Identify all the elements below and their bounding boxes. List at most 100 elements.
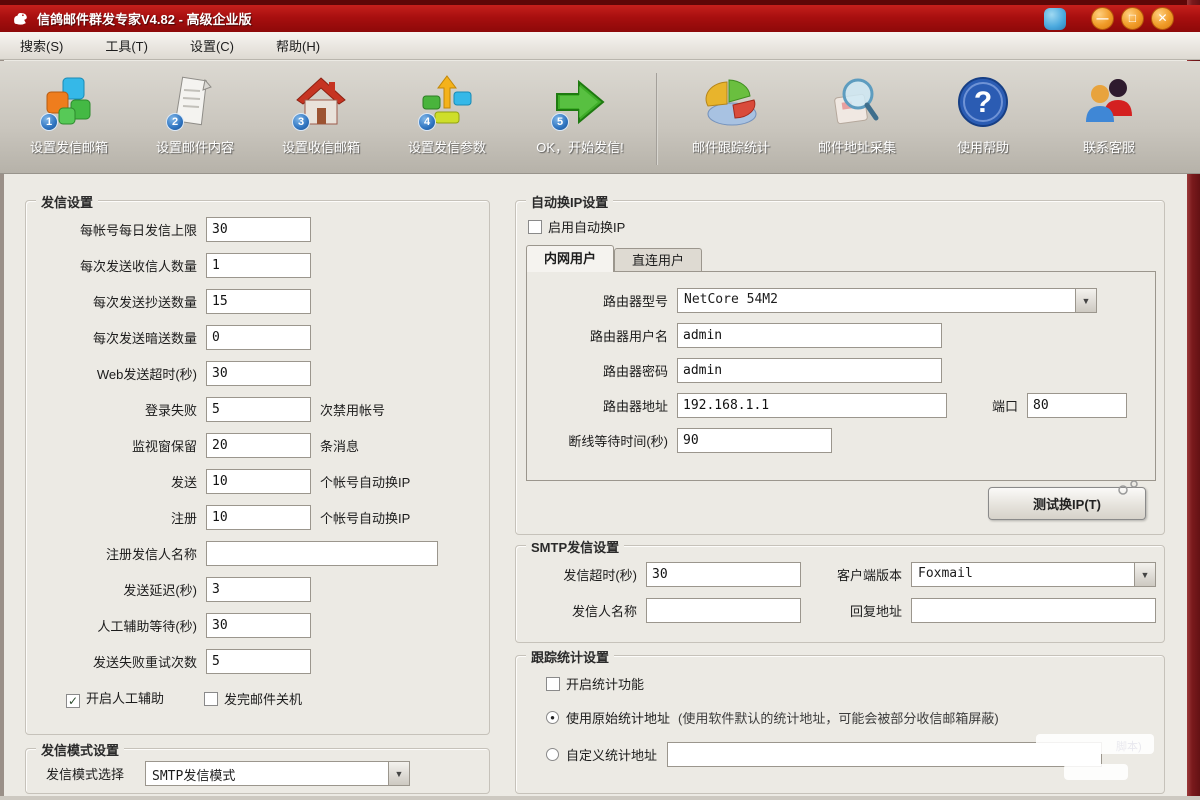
reply-address-input[interactable] <box>911 598 1156 623</box>
maximize-button[interactable]: □ <box>1121 7 1144 30</box>
login-fail-input[interactable] <box>206 397 311 422</box>
send-settings-group: 发信设置 每帐号每日发信上限 每次发送收信人数量 每次发送抄送数量 每次发送暗送… <box>25 200 490 735</box>
step-badge: 4 <box>418 113 436 131</box>
recipients-per-send-input[interactable] <box>206 253 311 278</box>
bcc-per-send-input[interactable] <box>206 325 311 350</box>
form-row: 每次发送抄送数量 <box>36 289 489 314</box>
radio-note: (使用软件默认的统计地址，可能会被部分收信邮箱屏蔽) <box>678 708 999 727</box>
toolbar-contact-support[interactable]: 联系客服 <box>1046 71 1172 169</box>
field-label: Web发送超时(秒) <box>36 364 206 383</box>
web-timeout-input[interactable] <box>206 361 311 386</box>
daily-send-limit-input[interactable] <box>206 217 311 242</box>
field-label: 发送失败重试次数 <box>36 652 206 671</box>
toolbar-label: 设置收信邮箱 <box>282 137 360 156</box>
register-sender-name-input[interactable] <box>206 541 438 566</box>
router-port-input[interactable] <box>1027 393 1127 418</box>
chevron-down-icon[interactable]: ▼ <box>1134 563 1155 586</box>
selected-value: Foxmail <box>912 563 1134 586</box>
field-label: 每帐号每日发信上限 <box>36 220 206 239</box>
toolbar-mail-address-collect[interactable]: 邮件地址采集 <box>794 71 920 169</box>
checkbox-box[interactable] <box>546 677 560 691</box>
menu-settings[interactable]: 设置(C) <box>184 33 240 58</box>
auto-ip-group: 自动换IP设置 启用自动换IP 内网用户 直连用户 路由器型号 NetCore … <box>515 200 1165 535</box>
search-collect-icon <box>828 74 886 130</box>
toolbar-mail-track-stats[interactable]: 邮件跟踪统计 <box>668 71 794 169</box>
register-count-autoip-input[interactable] <box>206 505 311 530</box>
watermark-patch <box>1064 764 1128 780</box>
form-row: Web发送超时(秒) <box>36 361 489 386</box>
form-row: 注册发信人名称 <box>36 541 489 566</box>
field-label: 路由器型号 <box>527 291 677 310</box>
field-label: 每次发送收信人数量 <box>36 256 206 275</box>
menu-search[interactable]: 搜索(S) <box>14 33 69 58</box>
field-label: 客户端版本 <box>811 565 911 584</box>
form-row: 每帐号每日发信上限 <box>36 217 489 242</box>
field-label: 路由器密码 <box>527 361 677 380</box>
toolbar-setup-send-params[interactable]: 4 设置发信参数 <box>384 71 510 169</box>
field-label: 路由器用户名 <box>527 326 677 345</box>
tab-direct-user[interactable]: 直连用户 <box>614 248 702 272</box>
menu-tools[interactable]: 工具(T) <box>99 33 154 58</box>
manual-assist-wait-input[interactable] <box>206 613 311 638</box>
checkbox-label: 开启统计功能 <box>566 674 644 693</box>
cc-per-send-input[interactable] <box>206 289 311 314</box>
toolbar-label: 设置发信参数 <box>408 137 486 156</box>
field-label: 注册 <box>36 508 206 527</box>
selected-value: NetCore 54M2 <box>678 289 1075 312</box>
chevron-down-icon[interactable]: ▼ <box>388 762 409 785</box>
field-label: 发送延迟(秒) <box>36 580 206 599</box>
form-row: 路由器型号 NetCore 54M2 ▼ <box>527 288 1155 313</box>
checkbox-box[interactable]: ✓ <box>66 694 80 708</box>
close-button[interactable]: ✕ <box>1151 7 1174 30</box>
group-title: SMTP发信设置 <box>526 537 624 556</box>
shutdown-after-send-checkbox[interactable]: 发完邮件关机 <box>204 689 302 708</box>
toolbar-label: 使用帮助 <box>957 137 1009 156</box>
auto-ip-tabs: 内网用户 直连用户 <box>526 245 702 272</box>
menu-help[interactable]: 帮助(H) <box>270 33 326 58</box>
group-title: 发信设置 <box>36 192 98 211</box>
field-suffix: 个帐号自动换IP <box>311 472 410 491</box>
toolbar-setup-sender-mailbox[interactable]: 1 设置发信邮箱 <box>6 71 132 169</box>
contact-icon <box>1080 74 1138 130</box>
field-label: 发送 <box>36 472 206 491</box>
monitor-keep-input[interactable] <box>206 433 311 458</box>
toolbar-start-sending[interactable]: 5 OK，开始发信! <box>510 71 650 169</box>
field-label: 每次发送抄送数量 <box>36 292 206 311</box>
chevron-down-icon[interactable]: ▼ <box>1075 289 1096 312</box>
checkbox-label: 启用自动换IP <box>548 217 625 236</box>
router-username-input[interactable] <box>677 323 942 348</box>
sender-name-input[interactable] <box>646 598 801 623</box>
form-row: 每次发送暗送数量 <box>36 325 489 350</box>
form-row: 发送延迟(秒) <box>36 577 489 602</box>
fail-retry-input[interactable] <box>206 649 311 674</box>
send-count-autoip-input[interactable] <box>206 469 311 494</box>
router-model-select[interactable]: NetCore 54M2 ▼ <box>677 288 1097 313</box>
minimize-button[interactable]: — <box>1091 7 1114 30</box>
field-suffix: 个帐号自动换IP <box>311 508 410 527</box>
tracking-settings-group: 跟踪统计设置 开启统计功能 ● 使用原始统计地址 (使用软件默认的统计地址，可能… <box>515 655 1165 794</box>
radio-dot[interactable] <box>546 748 559 761</box>
svg-text:?: ? <box>974 86 992 119</box>
checkbox-box[interactable] <box>528 220 542 234</box>
custom-stats-radio[interactable]: 自定义统计地址 <box>546 742 1102 767</box>
router-password-input[interactable] <box>677 358 942 383</box>
step-badge: 5 <box>551 113 569 131</box>
client-version-select[interactable]: Foxmail ▼ <box>911 562 1156 587</box>
enable-stats-checkbox[interactable]: 开启统计功能 <box>546 674 644 693</box>
toolbar-setup-mail-content[interactable]: 2 设置邮件内容 <box>132 71 258 169</box>
original-stats-radio[interactable]: ● 使用原始统计地址 (使用软件默认的统计地址，可能会被部分收信邮箱屏蔽) <box>546 708 999 727</box>
main-toolbar: 1 设置发信邮箱 2 设置邮件内容 <box>0 61 1200 174</box>
offline-wait-input[interactable] <box>677 428 832 453</box>
router-address-input[interactable] <box>677 393 947 418</box>
manual-assist-checkbox[interactable]: ✓开启人工辅助 <box>66 688 164 708</box>
toolbar-setup-recipient-mailbox[interactable]: 3 设置收信邮箱 <box>258 71 384 169</box>
checkbox-box[interactable] <box>204 692 218 706</box>
send-delay-input[interactable] <box>206 577 311 602</box>
tab-intranet-user[interactable]: 内网用户 <box>526 245 614 272</box>
smtp-timeout-input[interactable] <box>646 562 801 587</box>
radio-dot[interactable]: ● <box>546 711 559 724</box>
enable-auto-ip-checkbox[interactable]: 启用自动换IP <box>528 217 625 236</box>
send-mode-select[interactable]: SMTP发信模式 ▼ <box>145 761 410 786</box>
toolbar-help[interactable]: ? 使用帮助 <box>920 71 1046 169</box>
form-row: 发送失败重试次数 <box>36 649 489 674</box>
